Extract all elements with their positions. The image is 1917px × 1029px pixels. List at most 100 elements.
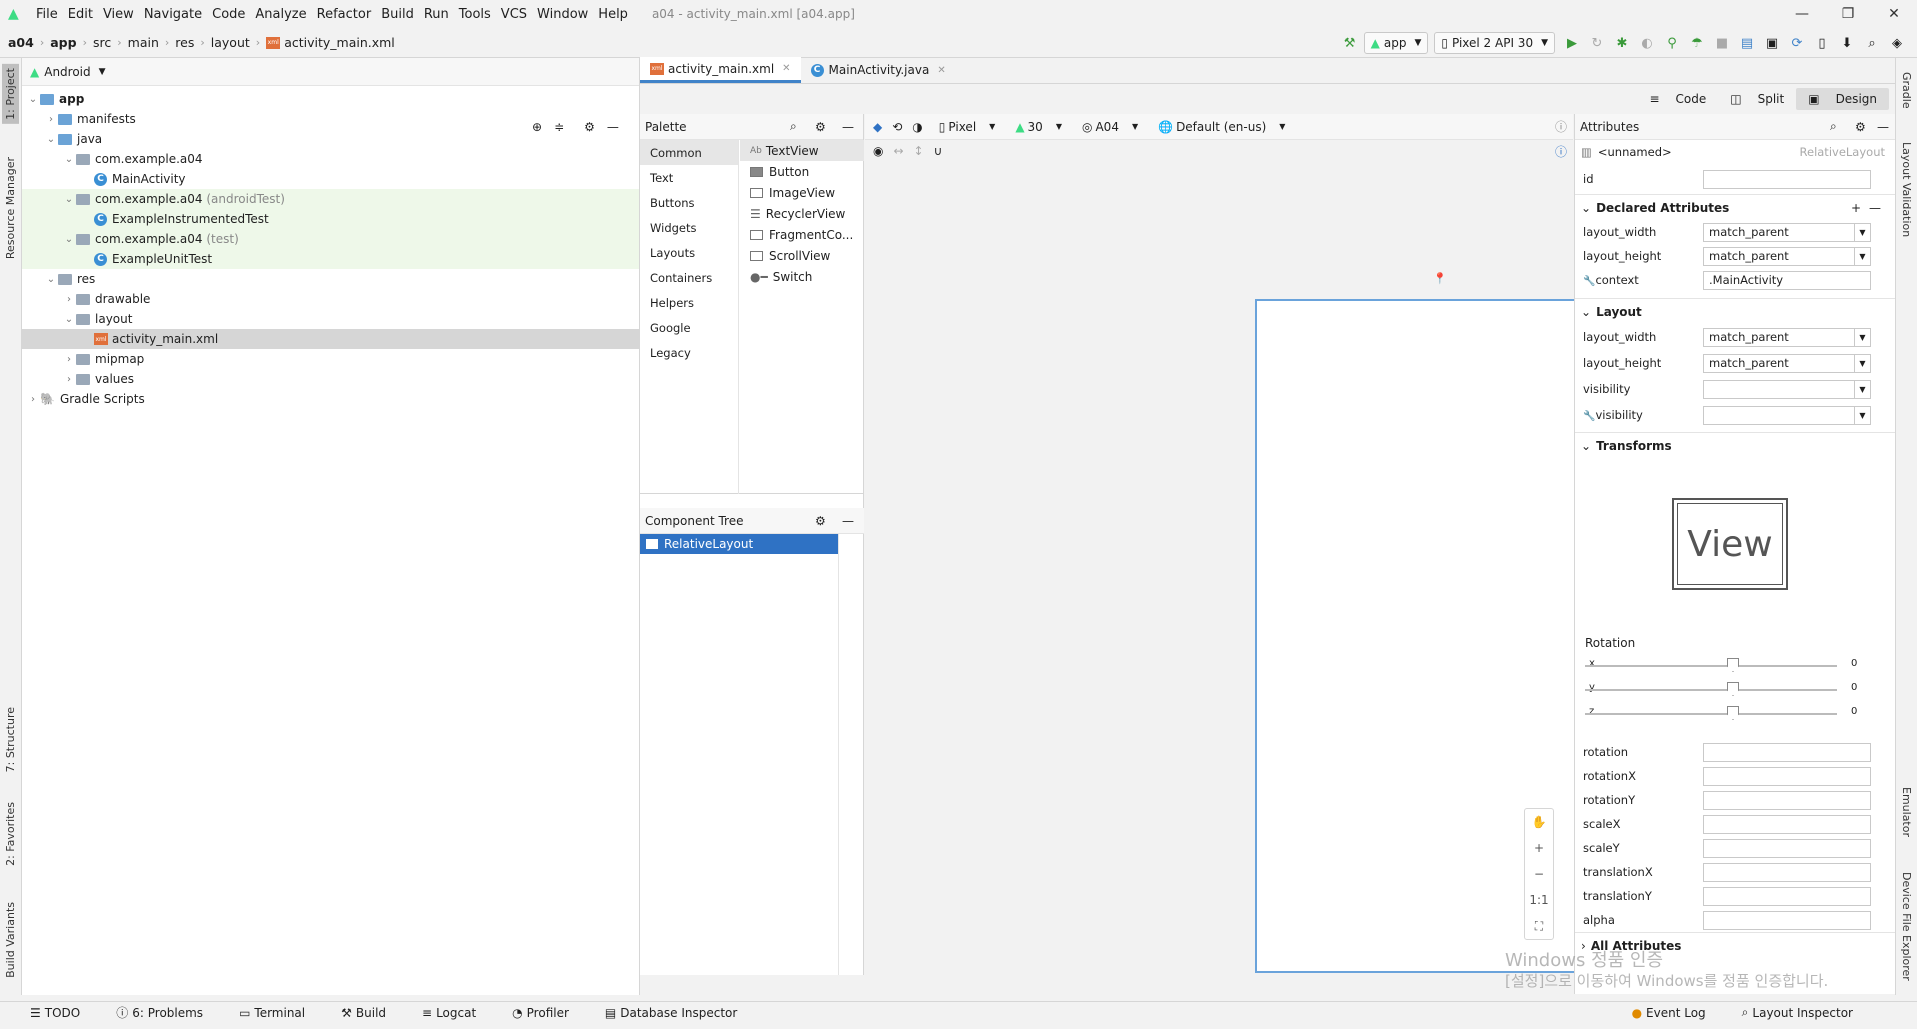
gear-icon[interactable]: ⚙ <box>1855 120 1866 134</box>
chevron-down-icon[interactable]: ⌄ <box>62 154 76 165</box>
palette-item-scrollview[interactable]: ScrollView <box>740 245 864 266</box>
sync-gradle-icon[interactable]: ⟳ <box>1786 32 1808 54</box>
horizontal-resize-icon[interactable]: ↔ <box>893 144 903 158</box>
chevron-right-icon[interactable]: › <box>44 114 58 125</box>
palette-item-switch[interactable]: ●━ Switch <box>740 266 864 287</box>
api-dropdown[interactable]: ▲ 30 ▼ <box>1015 120 1072 134</box>
rotation-x-slider[interactable] <box>1585 665 1837 667</box>
hide-icon[interactable]: — <box>607 120 619 134</box>
declared-attributes-section[interactable]: ⌄ Declared Attributes + — <box>1575 194 1895 220</box>
id-input[interactable] <box>1703 169 1871 189</box>
ide-update-icon[interactable]: ◈ <box>1886 32 1908 54</box>
palette-category-legacy[interactable]: Legacy <box>640 340 738 365</box>
menu-vcs[interactable]: VCS <box>501 7 527 22</box>
code-mode-button[interactable]: ≡ Code <box>1637 88 1718 110</box>
vertical-resize-icon[interactable]: ↕ <box>914 144 924 158</box>
avd-manager-icon[interactable]: ▣ <box>1761 32 1783 54</box>
apply-changes-icon[interactable]: ↻ <box>1586 32 1608 54</box>
profiler-tab[interactable]: ◔ Profiler <box>512 1006 587 1020</box>
night-mode-icon[interactable]: ◑ <box>912 120 922 134</box>
menu-navigate[interactable]: Navigate <box>144 7 202 22</box>
menu-refactor[interactable]: Refactor <box>317 7 372 22</box>
tree-item-unit-test[interactable]: C ExampleUnitTest <box>22 249 639 269</box>
make-project-icon[interactable]: ⚒ <box>1339 32 1361 54</box>
tab-mainactivity-java[interactable]: C MainActivity.java ✕ <box>801 57 956 83</box>
profile-icon[interactable]: ◐ <box>1636 32 1658 54</box>
attr-value-dropdown[interactable]: match_parent ▼ <box>1703 353 1871 373</box>
tab-project[interactable]: 1: Project <box>2 64 19 124</box>
tree-item-values[interactable]: › values <box>22 369 639 389</box>
menu-window[interactable]: Window <box>537 7 588 22</box>
database-inspector-tab[interactable]: ▤ Database Inspector <box>605 1006 755 1020</box>
chevron-down-icon[interactable]: ⌄ <box>62 314 76 325</box>
palette-category-buttons[interactable]: Buttons <box>640 190 738 215</box>
logcat-tab[interactable]: ≡ Logcat <box>422 1006 494 1020</box>
palette-category-text[interactable]: Text <box>640 165 738 190</box>
rotation-y-thumb[interactable] <box>1727 682 1739 696</box>
chevron-down-icon[interactable]: ▼ <box>1854 406 1870 424</box>
tree-item-drawable[interactable]: › drawable <box>22 289 639 309</box>
menu-edit[interactable]: Edit <box>68 7 93 22</box>
chevron-down-icon[interactable]: ⌄ <box>62 194 76 205</box>
palette-item-button[interactable]: Button <box>740 161 864 182</box>
palette-item-fragment[interactable]: FragmentCo... <box>740 224 864 245</box>
palette-item-recyclerview[interactable]: ☰ RecyclerView <box>740 203 864 224</box>
rotation-input[interactable] <box>1703 742 1871 762</box>
run-icon[interactable]: ▶ <box>1561 32 1583 54</box>
chevron-down-icon[interactable]: ⌄ <box>62 234 76 245</box>
chevron-down-icon[interactable]: ⌄ <box>44 134 58 145</box>
breadcrumb-main[interactable]: main <box>128 35 159 50</box>
zoom-out-icon[interactable]: − <box>1525 861 1553 887</box>
tab-gradle[interactable]: Gradle <box>1898 68 1915 113</box>
zoom-in-icon[interactable]: + <box>1525 835 1553 861</box>
transforms-section[interactable]: ⌄ Transforms <box>1575 432 1895 458</box>
tab-resource-manager[interactable]: Resource Manager <box>2 153 19 263</box>
problems-tab[interactable]: ⓘ 6: Problems <box>116 1004 221 1021</box>
minimize-icon[interactable]: — <box>1779 0 1825 28</box>
hide-icon[interactable]: — <box>1877 120 1889 134</box>
breadcrumb-file[interactable]: activity_main.xml <box>284 35 395 50</box>
gear-icon[interactable]: ⚙ <box>815 120 826 134</box>
stop-icon[interactable]: ■ <box>1711 32 1733 54</box>
tab-layout-validation[interactable]: Layout Validation <box>1898 138 1915 241</box>
menu-analyze[interactable]: Analyze <box>255 7 306 22</box>
tree-item-instrumented-test[interactable]: C ExampleInstrumentedTest <box>22 209 639 229</box>
zoom-fit-icon[interactable]: ⛶ <box>1525 913 1553 939</box>
build-tab[interactable]: ⚒ Build <box>341 1006 404 1020</box>
tree-item-app[interactable]: ⌄ app <box>22 89 639 109</box>
project-structure-icon[interactable]: ▤ <box>1736 32 1758 54</box>
rotation-x-thumb[interactable] <box>1727 658 1739 672</box>
hide-icon[interactable]: — <box>842 514 854 528</box>
chevron-down-icon[interactable]: ▼ <box>1854 247 1870 265</box>
debug-icon[interactable]: ✱ <box>1611 32 1633 54</box>
tab-emulator[interactable]: Emulator <box>1898 783 1915 841</box>
component-tree-root[interactable]: RelativeLayout <box>640 534 838 554</box>
rotation-z-slider[interactable] <box>1585 713 1837 715</box>
palette-category-widgets[interactable]: Widgets <box>640 215 738 240</box>
theme-dropdown[interactable]: ◎ A04 ▼ <box>1082 120 1148 134</box>
device-selector[interactable]: ▯ Pixel 2 API 30 ▼ <box>1434 32 1555 54</box>
breadcrumb-src[interactable]: src <box>93 35 111 50</box>
tab-favorites[interactable]: 2: Favorites <box>2 798 19 870</box>
locate-icon[interactable]: ⊕ <box>532 120 542 134</box>
tree-item-gradle-scripts[interactable]: › 🐘 Gradle Scripts <box>22 389 639 409</box>
tab-build-variants[interactable]: Build Variants <box>2 898 19 982</box>
chevron-down-icon[interactable]: ▼ <box>1854 328 1870 346</box>
close-icon[interactable]: ✕ <box>1871 0 1917 28</box>
chevron-down-icon[interactable]: ▼ <box>1854 223 1870 241</box>
tree-item-package-test[interactable]: ⌄ com.example.a04 (test) <box>22 229 639 249</box>
gear-icon[interactable]: ⚙ <box>584 120 595 134</box>
breadcrumb-app[interactable]: app <box>50 35 76 50</box>
tab-structure[interactable]: 7: Structure <box>2 703 19 776</box>
attr-value-dropdown[interactable]: match_parent ▼ <box>1703 222 1871 242</box>
tree-item-layout[interactable]: ⌄ layout <box>22 309 639 329</box>
menu-file[interactable]: File <box>36 7 58 22</box>
tree-item-package[interactable]: ⌄ com.example.a04 <box>22 149 639 169</box>
hide-icon[interactable]: — <box>842 120 854 134</box>
pan-icon[interactable]: ✋ <box>1525 809 1553 835</box>
attr-value-dropdown[interactable]: ▼ <box>1703 379 1871 399</box>
chevron-right-icon[interactable]: › <box>62 294 76 305</box>
translationy-input[interactable] <box>1703 886 1871 906</box>
tree-item-package-androidtest[interactable]: ⌄ com.example.a04 (androidTest) <box>22 189 639 209</box>
palette-item-imageview[interactable]: ImageView <box>740 182 864 203</box>
